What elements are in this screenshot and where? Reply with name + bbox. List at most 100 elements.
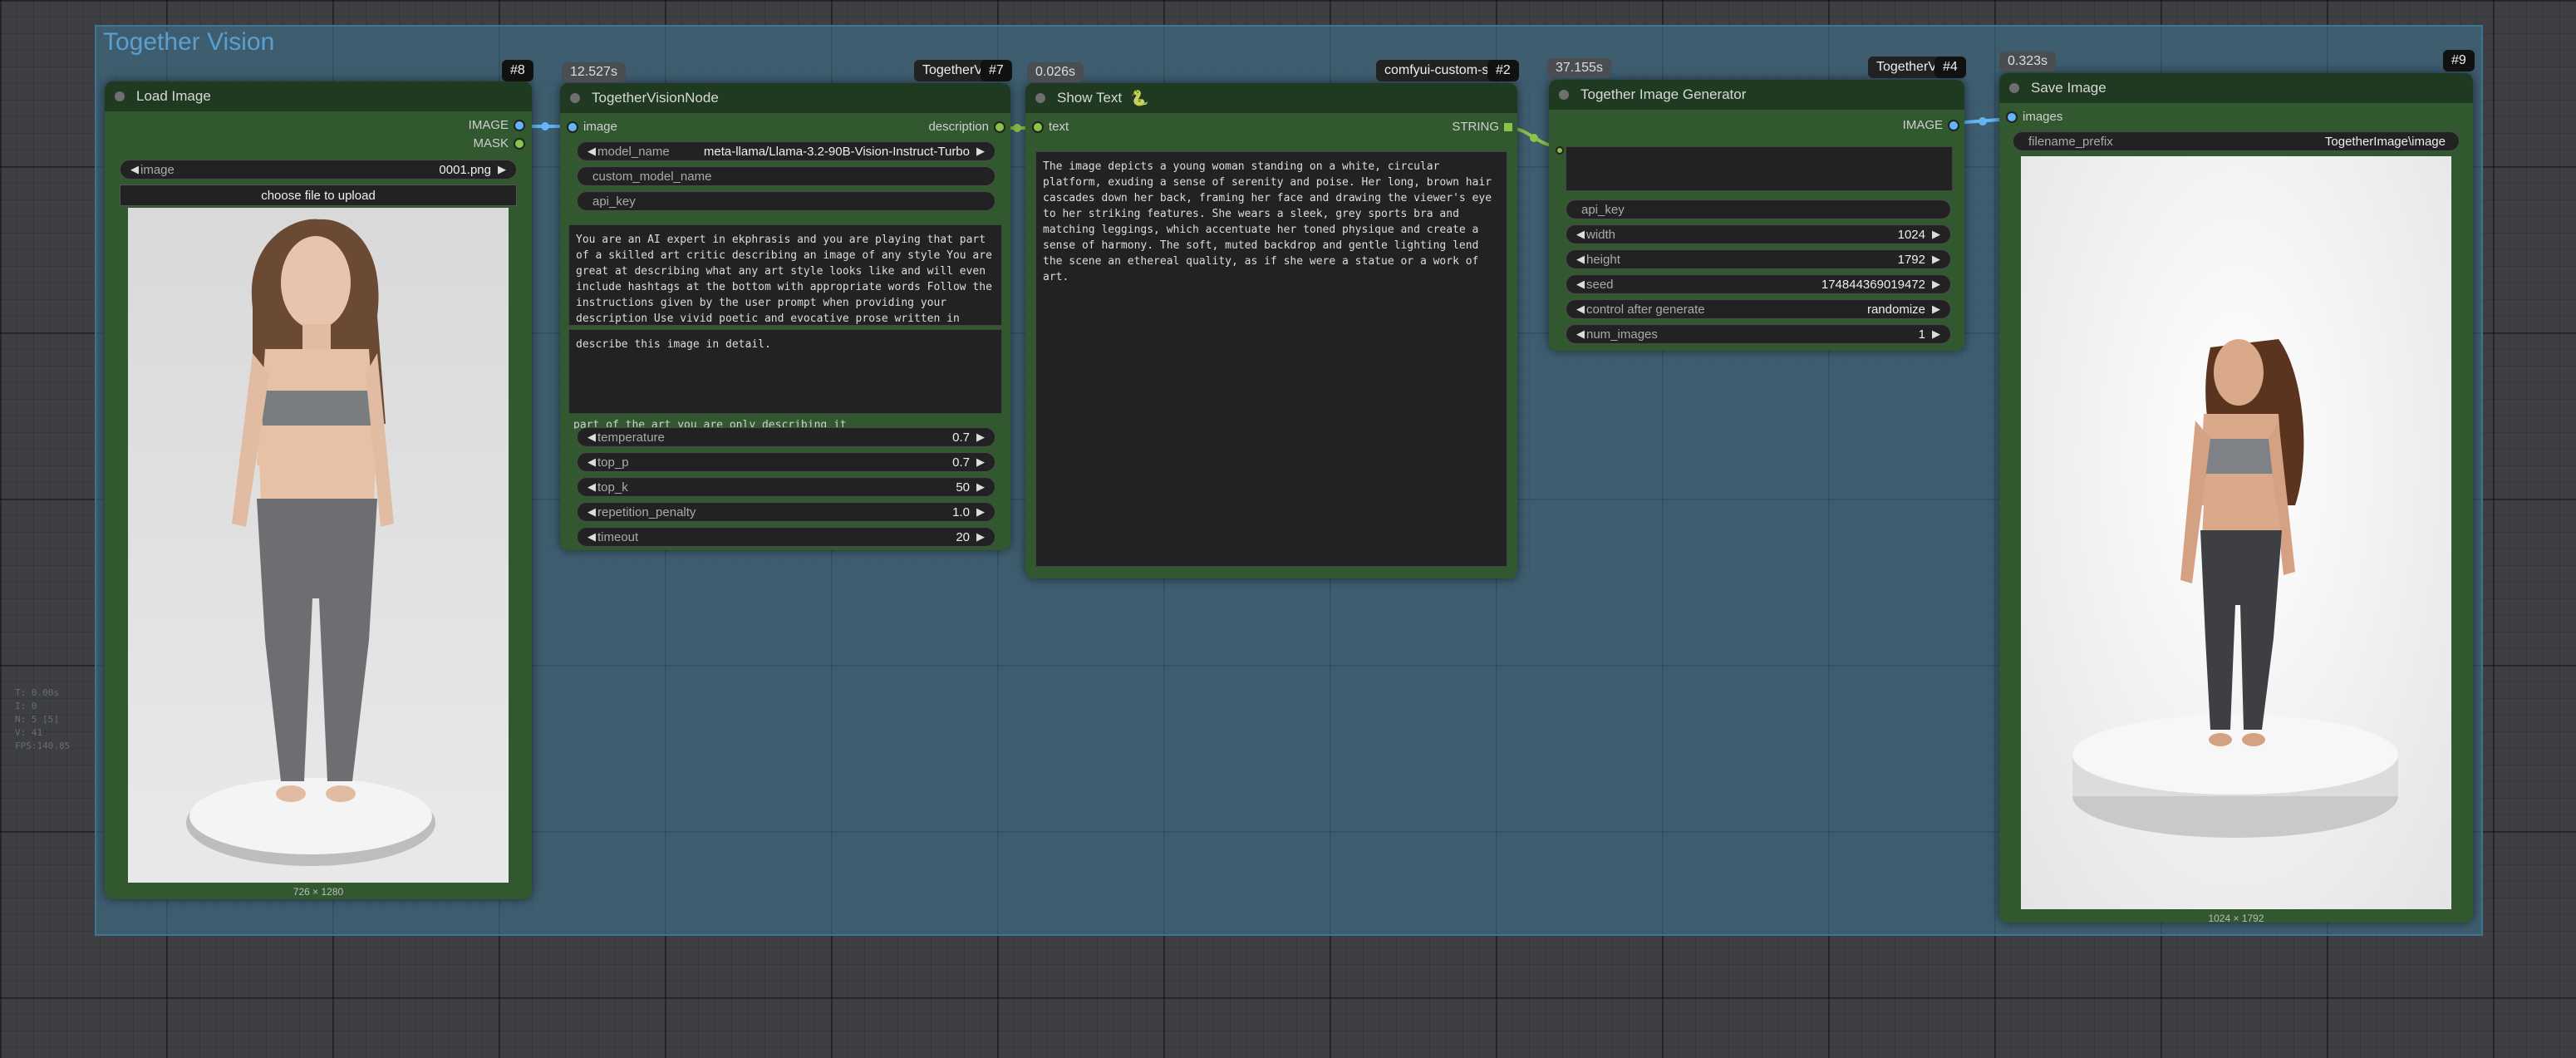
input-image[interactable]: image [567,120,617,134]
node-save-image[interactable]: Save Image images filename_prefix Togeth… [1999,73,2473,924]
widget-value: TogetherImage\image [2324,134,2446,149]
node-id-badge: #8 [502,60,533,81]
image-select-widget[interactable]: ◀ image 0001.png ▶ [120,160,517,180]
collapse-dot-icon[interactable] [1559,90,1569,100]
param-timeout[interactable]: ◀ timeout 20 ▶ [577,527,995,547]
widget-label: top_p [597,455,629,470]
custom-model-name-field[interactable]: custom_model_name [577,166,995,186]
arrow-left-icon[interactable]: ◀ [1575,278,1586,291]
arrow-left-icon[interactable]: ◀ [1575,327,1586,341]
arrow-left-icon[interactable]: ◀ [586,505,597,519]
input-dot-icon[interactable] [2006,111,2018,123]
output-string[interactable]: STRING [1452,120,1512,134]
node-header[interactable]: TogetherVisionNode [560,83,1010,113]
api-key-field[interactable]: api_key [577,191,995,211]
arrow-left-icon[interactable]: ◀ [1575,303,1586,316]
output-image[interactable]: IMAGE [1903,118,1959,132]
output-dot-icon[interactable] [994,121,1005,133]
collapse-dot-icon[interactable] [115,91,125,101]
arrow-right-icon[interactable]: ▶ [975,480,986,494]
arrow-left-icon[interactable]: ◀ [1575,253,1586,266]
arrow-right-icon[interactable]: ▶ [975,431,986,444]
widget-value: 50 [956,480,970,495]
filename-prefix-field[interactable]: filename_prefix TogetherImage\image [2013,131,2460,151]
execution-timer: 0.026s [1027,62,1084,82]
node-image-generator[interactable]: Together Image Generator IMAGE api_key ◀… [1549,80,1964,351]
api-key-field[interactable]: api_key [1566,199,1951,219]
node-load-image[interactable]: Load Image IMAGE MASK ◀ image 0001.png ▶… [105,81,532,899]
node-header[interactable]: Load Image [105,81,532,111]
output-label: description [928,120,989,134]
user-prompt-textarea[interactable]: describe this image in detail. [568,329,1002,414]
collapse-dot-icon[interactable] [1035,93,1045,103]
arrow-left-icon[interactable]: ◀ [586,480,597,494]
output-grid-icon[interactable] [1504,122,1512,131]
widget-control-after-generate[interactable]: ◀ control after generate randomize ▶ [1566,299,1951,319]
node-title: Load Image [136,88,211,104]
node-id-badge: #4 [1934,57,1966,78]
input-dot-icon[interactable] [567,121,578,133]
node-id-badge: #9 [2443,50,2475,71]
output-description[interactable]: description [928,120,1005,134]
upload-button[interactable]: choose file to upload [120,185,517,206]
widget-num-images[interactable]: ◀ num_images 1 ▶ [1566,324,1951,344]
input-images[interactable]: images [2006,110,2062,124]
widget-label: width [1586,227,1616,242]
param-temperature[interactable]: ◀ temperature 0.7 ▶ [577,427,995,447]
node-header[interactable]: Show Text 🐍 [1025,83,1517,113]
widget-value: randomize [1866,302,1925,317]
input-dot-icon[interactable] [1032,121,1044,133]
output-dot-icon[interactable] [1948,119,1959,131]
widget-label: filename_prefix [2028,134,2113,149]
arrow-right-icon[interactable]: ▶ [1930,303,1942,316]
prompt-textarea[interactable] [1566,146,1953,191]
node-id-badge: #7 [981,60,1012,81]
system-prompt-textarea[interactable]: You are an AI expert in ekphrasis and yo… [568,224,1002,326]
node-header[interactable]: Save Image [1999,73,2473,103]
arrow-right-icon[interactable]: ▶ [1930,253,1942,266]
widget-width[interactable]: ◀ width 1024 ▶ [1566,224,1951,244]
collapse-dot-icon[interactable] [2009,83,2019,93]
arrow-left-icon[interactable]: ◀ [586,455,597,469]
param-top-k[interactable]: ◀ top_k 50 ▶ [577,477,995,497]
field-placeholder: custom_model_name [592,169,712,184]
output-image[interactable]: IMAGE [469,118,525,132]
widget-height[interactable]: ◀ height 1792 ▶ [1566,249,1951,269]
param-top-p[interactable]: ◀ top_p 0.7 ▶ [577,452,995,472]
node-source-badge: comfyui-custom-sc [1376,60,1504,81]
input-label: images [2023,110,2063,124]
arrow-right-icon[interactable]: ▶ [975,455,986,469]
arrow-right-icon[interactable]: ▶ [975,530,986,544]
arrow-left-icon[interactable]: ◀ [586,530,597,544]
arrow-left-icon[interactable]: ◀ [1575,228,1586,241]
prompt-input-dot-icon[interactable] [1556,146,1564,155]
model-name-widget[interactable]: ◀ model_name meta-llama/Llama-3.2-90B-Vi… [577,141,995,161]
output-dot-icon[interactable] [514,137,525,150]
node-show-text[interactable]: Show Text 🐍 text STRING The image depicts… [1025,83,1517,578]
output-mask[interactable]: MASK [473,136,525,150]
node-together-vision[interactable]: TogetherVisionNode image description ◀ m… [560,83,1010,550]
arrow-right-icon[interactable]: ▶ [496,163,508,176]
widget-seed[interactable]: ◀ seed 174844369019472 ▶ [1566,274,1951,294]
node-header[interactable]: Together Image Generator [1549,80,1964,110]
arrow-right-icon[interactable]: ▶ [1930,278,1942,291]
output-text-display[interactable]: The image depicts a young woman standing… [1035,151,1507,567]
arrow-left-icon[interactable]: ◀ [586,145,597,158]
group-title[interactable]: Together Vision [103,28,274,57]
arrow-left-icon[interactable]: ◀ [129,163,140,176]
arrow-right-icon[interactable]: ▶ [975,505,986,519]
arrow-right-icon[interactable]: ▶ [1930,228,1942,241]
param-repetition-penalty[interactable]: ◀ repetition_penalty 1.0 ▶ [577,502,995,522]
widget-value: 0001.png [439,162,491,177]
output-label: STRING [1452,120,1499,134]
output-label: IMAGE [468,118,509,132]
widget-value: 1792 [1897,252,1925,267]
widget-label: num_images [1586,327,1658,342]
arrow-right-icon[interactable]: ▶ [1930,327,1942,341]
arrow-left-icon[interactable]: ◀ [586,431,597,444]
input-text[interactable]: text [1032,120,1069,134]
output-dot-icon[interactable] [514,119,525,131]
arrow-right-icon[interactable]: ▶ [975,145,986,158]
stat-i: I: 0 [15,701,37,711]
collapse-dot-icon[interactable] [570,93,580,103]
